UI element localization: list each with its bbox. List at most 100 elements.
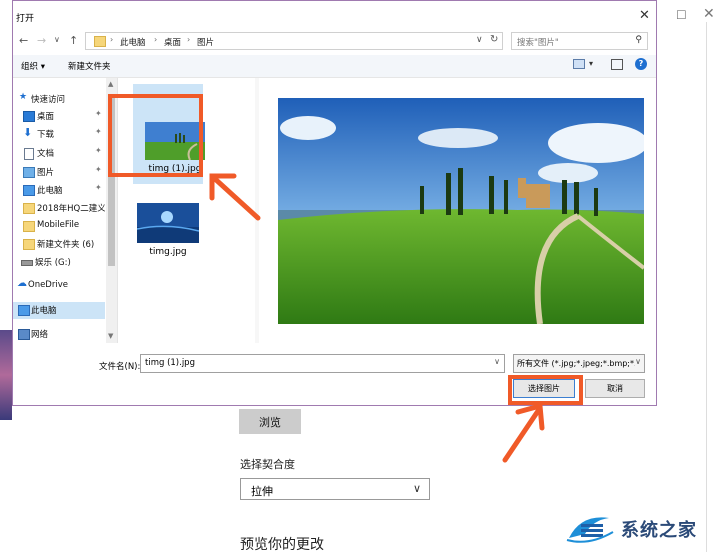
scroll-up-icon[interactable]: ▲	[108, 80, 113, 88]
breadcrumb-separator: ›	[110, 35, 114, 44]
search-icon: ⚲	[635, 35, 642, 45]
star-icon: ★	[19, 92, 28, 102]
nav-item-label: 新建文件夹 (6)	[37, 240, 95, 250]
drive-icon	[21, 260, 33, 266]
scroll-down-icon[interactable]: ▼	[108, 332, 113, 340]
nav-item-downloads[interactable]: ⬇ 下载 ✦	[13, 126, 117, 143]
nav-item-pictures[interactable]: 图片 ✦	[13, 164, 117, 181]
file-name: timg.jpg	[149, 247, 187, 257]
open-file-dialog: 打开 ✕ ← → ∨ ↑ › 此电脑 › 桌面 › 图片 ∨ ↻ 搜索"图片" …	[12, 0, 657, 406]
new-folder-button[interactable]: 新建文件夹	[68, 60, 111, 72]
nav-item-label: 网络	[31, 330, 49, 340]
filename-input[interactable]: timg (1).jpg ∨	[140, 354, 505, 373]
folder-icon	[23, 239, 35, 250]
maximize-icon[interactable]: ☐	[676, 8, 687, 22]
search-input[interactable]: 搜索"图片" ⚲	[511, 32, 648, 50]
close-icon[interactable]: ✕	[639, 8, 650, 23]
recent-locations-chevron-icon[interactable]: ∨	[54, 35, 60, 44]
network-icon	[18, 329, 30, 340]
nav-item-label: 快速访问	[31, 95, 66, 105]
nav-item-this-pc-quick[interactable]: 此电脑 ✦	[13, 182, 117, 199]
nav-item-documents[interactable]: 文档 ✦	[13, 145, 117, 162]
help-icon[interactable]: ?	[635, 58, 647, 70]
cloud-icon: ☁	[17, 278, 27, 289]
watermark-logo-icon	[566, 517, 614, 543]
nav-item-label: MobileFile	[37, 220, 80, 230]
pin-icon: ✦	[95, 183, 102, 192]
forward-arrow-icon[interactable]: →	[37, 34, 46, 47]
nav-item-label: 文档	[37, 149, 55, 159]
nav-item-label: 娱乐 (G:)	[35, 258, 71, 268]
back-arrow-icon[interactable]: ←	[19, 34, 28, 47]
nav-item-desktop[interactable]: 桌面 ✦	[13, 108, 117, 125]
chevron-down-icon[interactable]: ∨	[476, 35, 483, 45]
browse-button[interactable]: 浏览	[239, 409, 301, 434]
download-icon: ⬇	[23, 126, 33, 139]
nav-item-label: 图片	[37, 168, 55, 178]
chevron-down-icon: ∨	[412, 482, 421, 495]
fit-label: 选择契合度	[240, 458, 295, 471]
highlight-box-button	[508, 375, 583, 405]
organize-button[interactable]: 组织 ▾	[21, 60, 45, 72]
chevron-down-icon: ∨	[635, 357, 641, 366]
nav-item-label: 下载	[37, 130, 55, 140]
nav-item-label: 此电脑	[37, 186, 63, 196]
file-thumbnail	[137, 203, 199, 243]
fit-select-value: 拉伸	[251, 485, 273, 498]
chevron-down-icon[interactable]: ▾	[589, 59, 593, 68]
fit-select[interactable]: 拉伸 ∨	[240, 478, 430, 500]
address-bar[interactable]: › 此电脑 › 桌面 › 图片 ∨ ↻	[85, 32, 503, 50]
dialog-title: 打开	[16, 14, 35, 24]
nav-item-network[interactable]: 网络	[13, 326, 117, 343]
breadcrumb-item[interactable]: 图片	[197, 36, 214, 48]
breadcrumb-item[interactable]: 此电脑	[120, 36, 146, 48]
pin-icon: ✦	[95, 146, 102, 155]
search-placeholder: 搜索"图片"	[517, 38, 559, 48]
preview-heading: 预览你的更改	[240, 537, 324, 553]
navigation-row: ← → ∨ ↑ › 此电脑 › 桌面 › 图片 ∨ ↻ 搜索"图片" ⚲	[13, 29, 656, 53]
nav-item-label: 桌面	[37, 112, 55, 122]
nav-item-this-pc[interactable]: 此电脑	[13, 302, 105, 319]
computer-icon	[18, 305, 30, 316]
up-arrow-icon[interactable]: ↑	[69, 34, 78, 47]
nav-item-label: 此电脑	[31, 306, 57, 316]
nav-item-folder[interactable]: 2018年HQ二建义	[13, 200, 117, 217]
title-bar[interactable]: 打开 ✕	[13, 1, 656, 29]
watermark: 系统之家	[563, 506, 724, 552]
navigation-pane: ★ 快速访问 桌面 ✦ ⬇ 下载 ✦ 文档 ✦ 图片 ✦ 此电脑 ✦ 2018年…	[13, 78, 118, 343]
nav-item-label: 2018年HQ二建义	[37, 204, 105, 214]
desktop-wallpaper-edge	[0, 330, 12, 420]
preview-pane-icon[interactable]	[611, 59, 623, 70]
toolbar: 组织 ▾ 新建文件夹 ▾ ?	[13, 55, 656, 78]
folder-icon	[94, 36, 106, 47]
image-preview	[278, 98, 644, 324]
filetype-value: 所有文件 (*.jpg;*.jpeg;*.bmp;*.	[517, 359, 635, 368]
window-edge	[706, 22, 724, 552]
desktop-icon	[23, 111, 35, 122]
refresh-icon[interactable]: ↻	[490, 34, 498, 45]
pin-icon: ✦	[95, 165, 102, 174]
nav-item-folder[interactable]: MobileFile	[13, 218, 117, 235]
pictures-icon	[23, 167, 35, 178]
pin-icon: ✦	[95, 109, 102, 118]
nav-item-onedrive[interactable]: ☁ OneDrive	[13, 278, 117, 295]
close-icon[interactable]: ✕	[703, 6, 715, 22]
highlight-box-file	[108, 94, 203, 177]
nav-item-quick-access[interactable]: ★ 快速访问	[13, 91, 117, 108]
watermark-text: 系统之家	[621, 520, 697, 541]
breadcrumb-separator: ›	[154, 35, 158, 44]
breadcrumb-separator: ›	[187, 35, 191, 44]
computer-icon	[23, 185, 35, 196]
file-area-divider	[255, 78, 259, 343]
breadcrumb-item[interactable]: 桌面	[164, 36, 181, 48]
filename-label: 文件名(N):	[99, 362, 141, 372]
nav-item-folder[interactable]: 新建文件夹 (6)	[13, 236, 117, 253]
filename-value: timg (1).jpg	[145, 358, 195, 368]
view-options-icon[interactable]	[573, 59, 585, 69]
nav-item-label: OneDrive	[28, 280, 68, 290]
cancel-button[interactable]: 取消	[585, 379, 645, 398]
nav-item-drive[interactable]: 娱乐 (G:)	[13, 254, 117, 271]
chevron-down-icon[interactable]: ∨	[494, 357, 500, 366]
filetype-select[interactable]: 所有文件 (*.jpg;*.jpeg;*.bmp;*. ∨	[513, 354, 645, 373]
folder-icon	[23, 221, 35, 232]
